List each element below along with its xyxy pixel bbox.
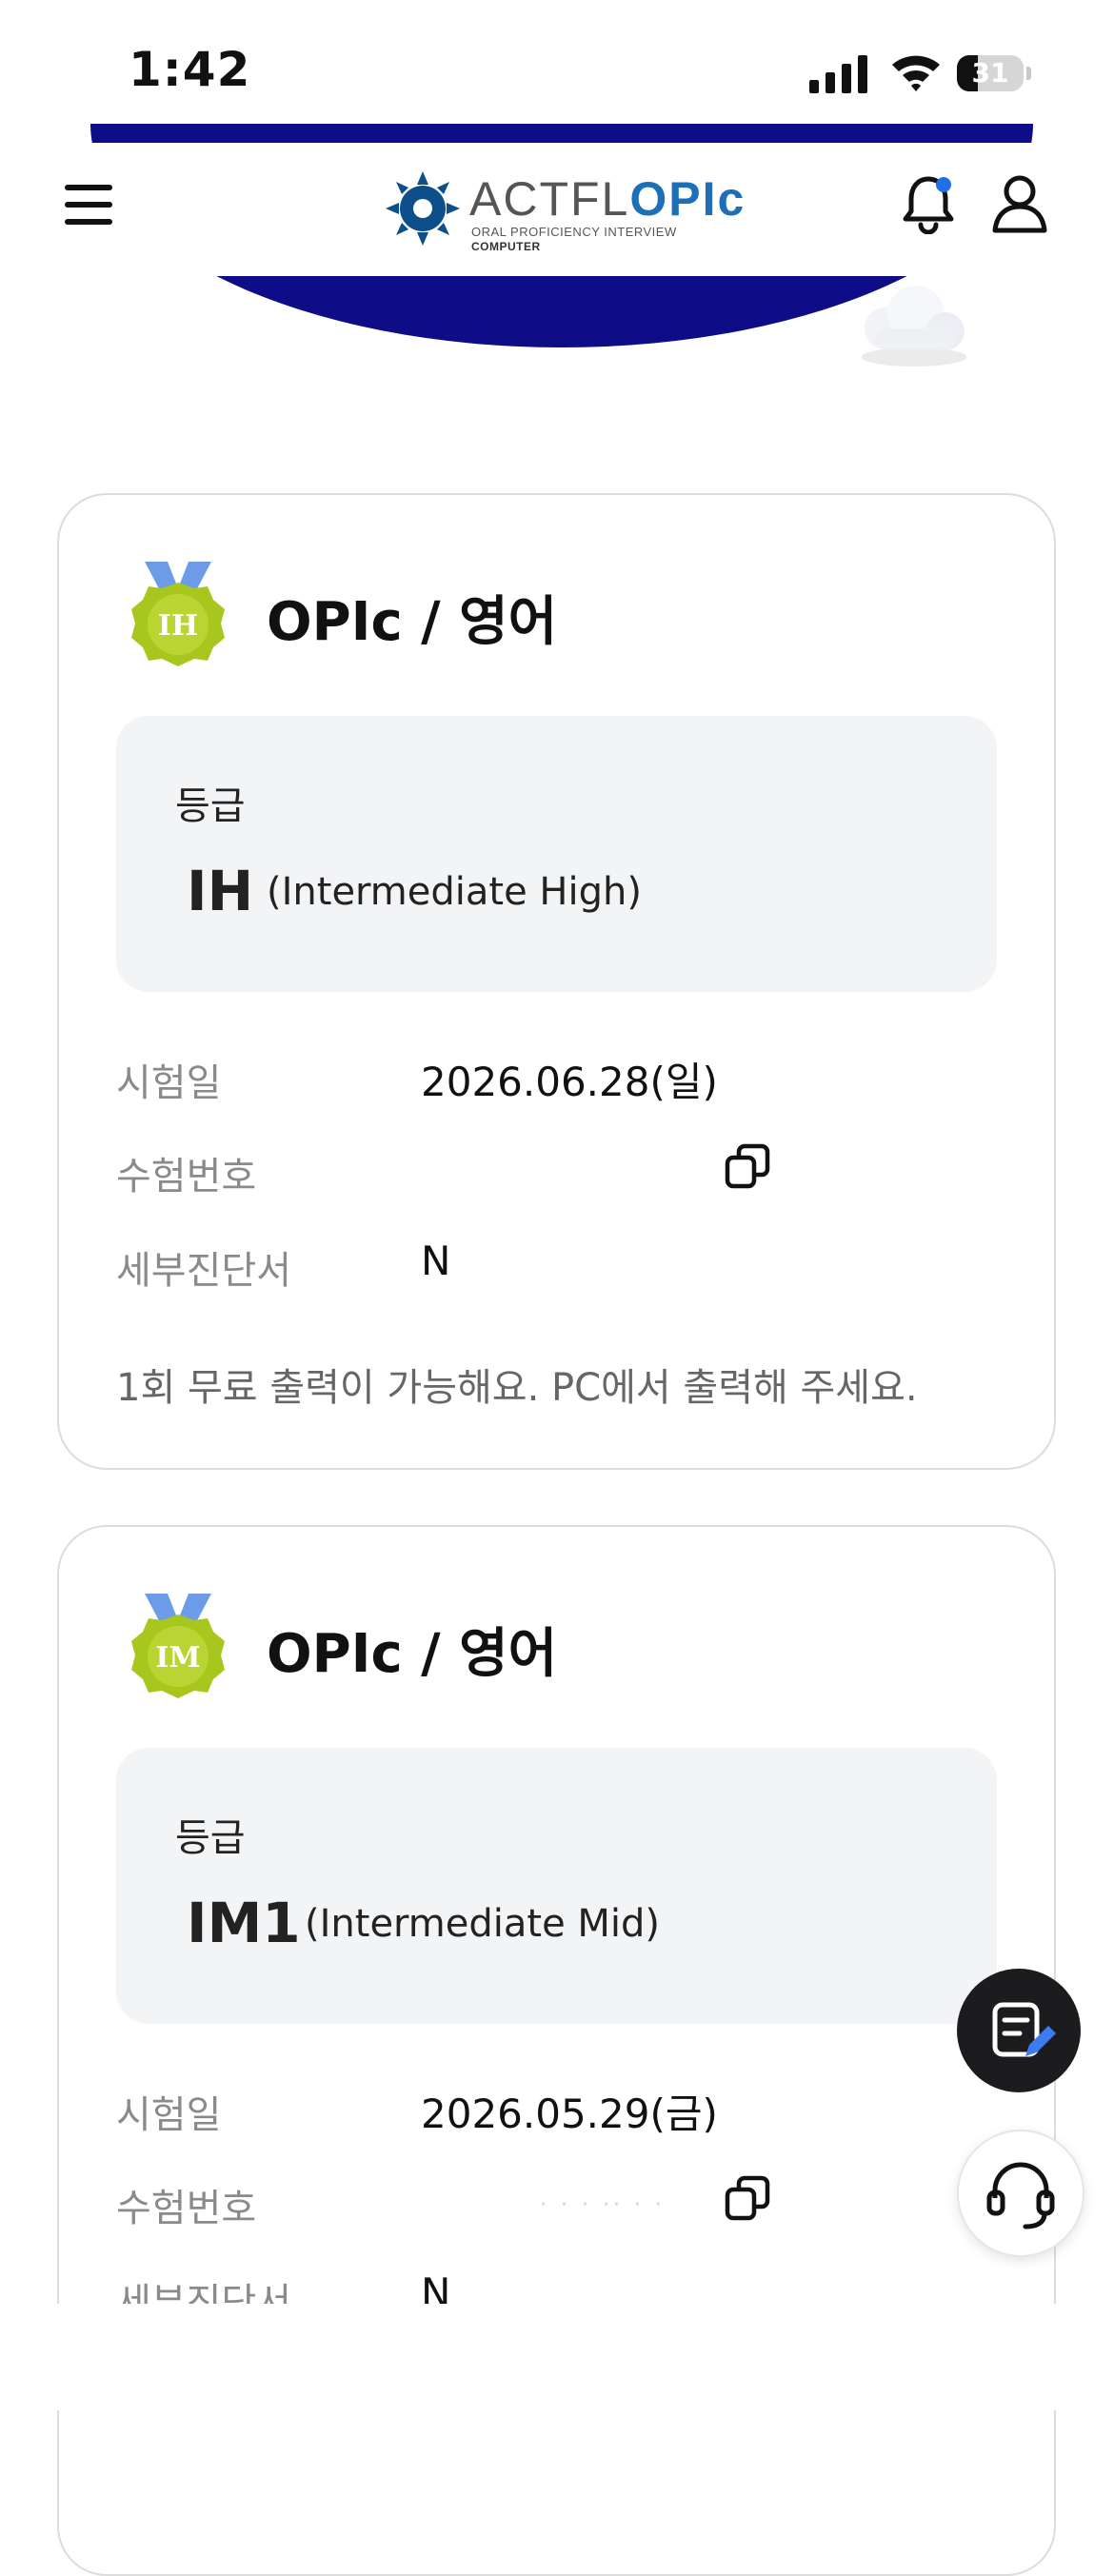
detail-report-label: 세부진단서: [116, 1249, 291, 1293]
grade-box: 등급 IM1 (Intermediate Mid): [116, 1748, 997, 2024]
medal-label: IH: [158, 609, 198, 643]
battery-icon: 31: [957, 55, 1033, 93]
grade-description: (Intermediate High): [267, 870, 642, 914]
menu-icon[interactable]: [65, 181, 116, 228]
exam-date-value: 2026.06.28(일): [421, 1059, 718, 1105]
headset-icon: [986, 2162, 1055, 2229]
grade-label: 등급: [175, 1816, 246, 1860]
logo-subtitle-computer: COMPUTER: [471, 240, 541, 253]
status-bar: 1:42 31: [0, 0, 1114, 143]
actfl-opic-logo[interactable]: ACTFLOPIc ORAL PROFICIENCY INTERVIEW COM…: [386, 166, 744, 253]
result-card: IM OPIc / 영어 등급 IM1 (Intermediate Mid) 시…: [57, 1525, 1056, 2576]
cloud-illustration: [862, 286, 966, 367]
exam-date-label: 시험일: [116, 1061, 222, 1105]
logo-subtitle: ORAL PROFICIENCY INTERVIEW: [471, 225, 677, 239]
app-header: ACTFLOPIc ORAL PROFICIENCY INTERVIEW COM…: [0, 143, 1114, 276]
grade-box: 등급 IH (Intermediate High): [116, 716, 997, 992]
exam-date-label: 시험일: [116, 2093, 222, 2137]
exam-number-label: 수험번호: [116, 1155, 257, 1199]
grade-value: IH: [187, 859, 254, 923]
logo-seal-icon: [386, 171, 460, 246]
print-note: 1회 무료 출력이 가능해요. PC에서 출력해 주세요.: [116, 1366, 918, 1410]
copy-icon[interactable]: [724, 1142, 771, 1190]
bottom-safe-area: [0, 2304, 1114, 2410]
exam-number-masked: · · · ·· · ·: [540, 2193, 666, 2217]
user-icon[interactable]: [990, 173, 1049, 234]
grade-description: (Intermediate Mid): [305, 1902, 661, 1946]
exam-date-value: 2026.05.29(금): [421, 2091, 718, 2137]
grade-value: IM1: [187, 1891, 301, 1955]
battery-percent: 31: [971, 57, 1009, 89]
medal-label: IM: [155, 1641, 200, 1674]
memo-edit-button[interactable]: [957, 1969, 1081, 2092]
medal-icon: IM: [131, 1594, 225, 1698]
status-time: 1:42: [129, 42, 251, 97]
notification-dot: [936, 177, 951, 192]
customer-support-button[interactable]: [957, 2130, 1084, 2257]
signal-icon: [809, 55, 867, 93]
card-title: OPIc / 영어: [267, 591, 558, 653]
memo-edit-icon: [992, 2002, 1056, 2057]
grade-label: 등급: [175, 784, 246, 828]
logo-wordmark: ACTFLOPIc: [469, 172, 746, 226]
exam-number-label: 수험번호: [116, 2187, 257, 2230]
copy-icon[interactable]: [724, 2174, 771, 2222]
detail-report-value: N: [421, 1238, 451, 1284]
card-title: OPIc / 영어: [267, 1623, 558, 1685]
medal-icon: IH: [131, 562, 225, 666]
wifi-icon: [892, 55, 940, 91]
result-card: IH OPIc / 영어 등급 IH (Intermediate High) 시…: [57, 493, 1056, 1470]
